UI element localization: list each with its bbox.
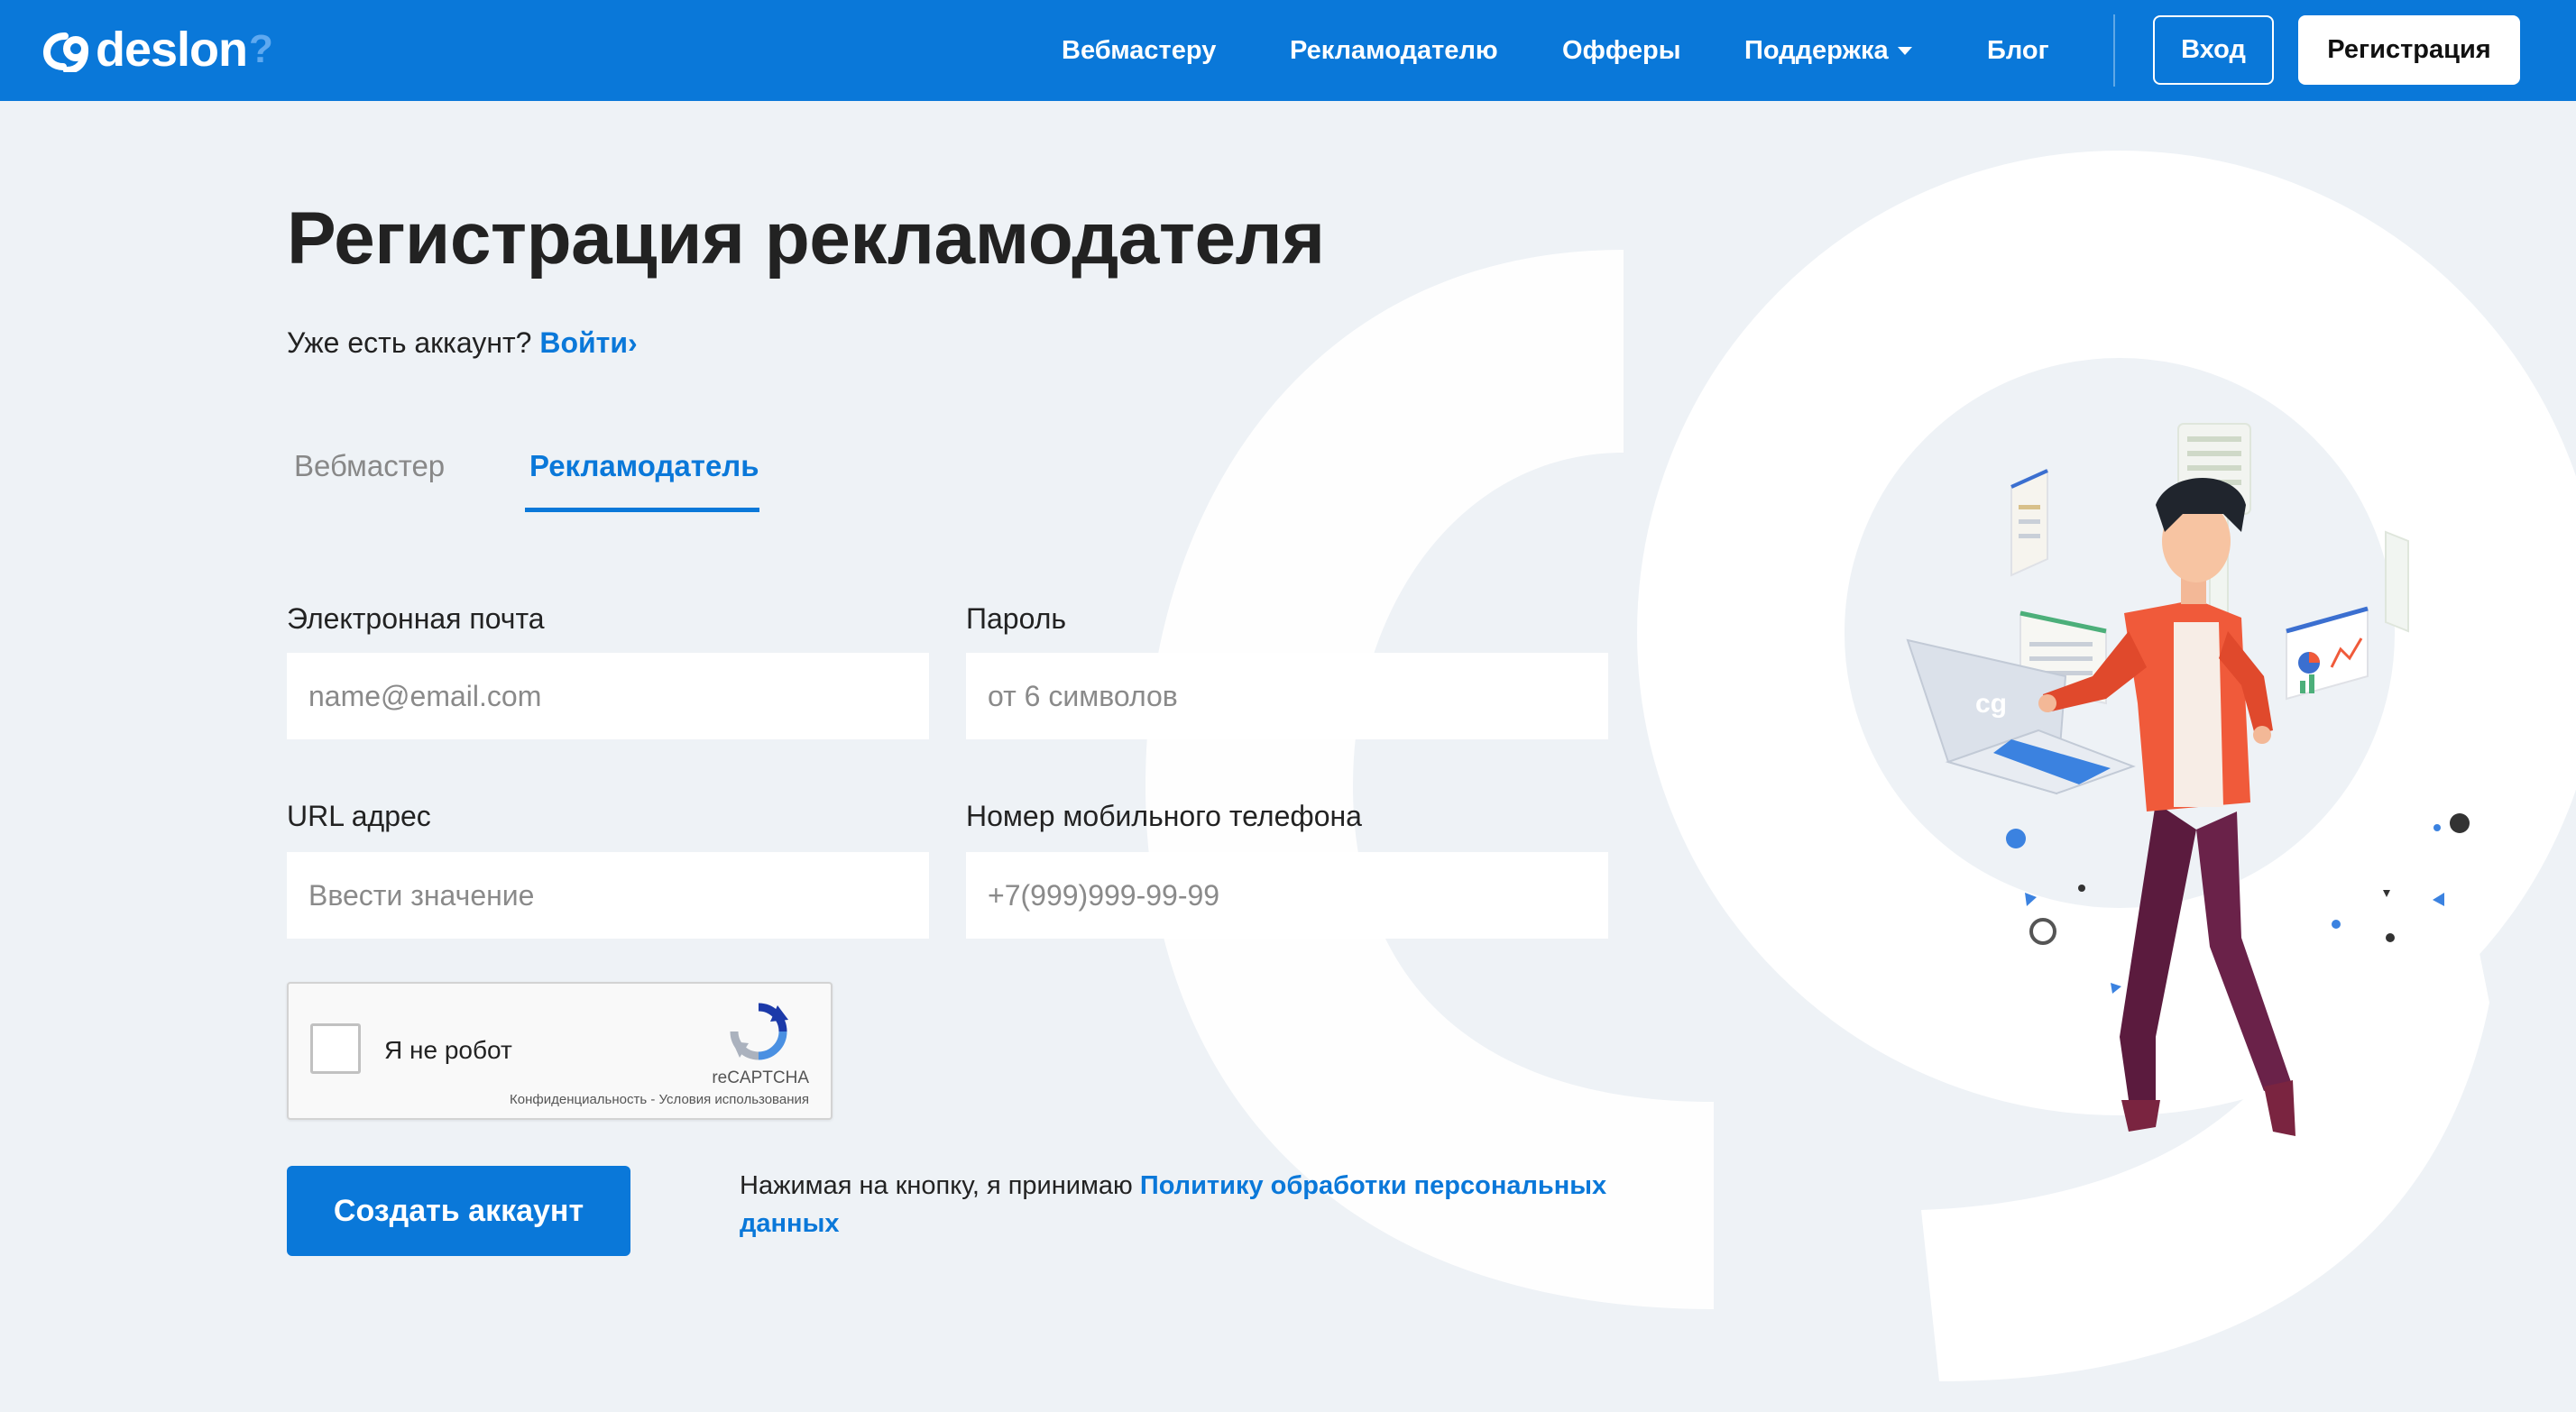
decor-triangle — [2383, 890, 2390, 897]
nav-divider — [2113, 14, 2115, 87]
top-navbar: deslon ? Вебмастеру Рекламодателю Офферы… — [0, 0, 2576, 101]
decor-triangle — [2433, 893, 2444, 906]
page-title: Регистрация рекламодателя — [287, 197, 1325, 280]
active-tab-indicator — [525, 508, 759, 512]
chevron-down-icon — [1897, 46, 1912, 55]
decor-dot — [2433, 824, 2441, 831]
logo-text: deslon — [96, 23, 248, 77]
consent-text: Нажимая на кнопку, я принимаю Политику о… — [740, 1167, 1633, 1242]
logo-question-mark: ? — [249, 27, 273, 71]
logo[interactable]: deslon ? — [41, 20, 273, 79]
decor-dot — [2332, 920, 2341, 929]
tab-webmaster[interactable]: Вебмастер — [294, 449, 445, 483]
recaptcha-checkbox[interactable] — [310, 1023, 361, 1074]
decor-dot — [2386, 933, 2395, 942]
recaptcha-brand: reCAPTCHA — [712, 1068, 809, 1087]
nav-support-label: Поддержка — [1744, 35, 1889, 65]
decor-triangle — [2111, 983, 2121, 994]
login-button[interactable]: Вход — [2153, 15, 2274, 85]
email-field[interactable] — [287, 653, 929, 739]
password-label: Пароль — [966, 602, 1067, 635]
decor-ring — [2029, 918, 2056, 945]
recaptcha-widget: Я не робот reCAPTCHA Конфиденциальность … — [287, 982, 833, 1120]
phone-field[interactable] — [966, 852, 1608, 939]
nav-support[interactable]: Поддержка — [1744, 32, 1912, 69]
register-button[interactable]: Регистрация — [2298, 15, 2520, 85]
nav-offers[interactable]: Офферы — [1562, 32, 1681, 69]
recaptcha-terms-link[interactable]: Конфиденциальность - Условия использован… — [510, 1092, 809, 1107]
login-link[interactable]: Войти› — [539, 326, 637, 359]
decor-triangle — [2025, 893, 2037, 906]
have-account-text: Уже есть аккаунт? — [287, 326, 540, 359]
person — [2038, 478, 2295, 1136]
floating-panel-left — [2010, 469, 2048, 577]
decor-dot — [2006, 829, 2026, 848]
floating-panel-chart — [2286, 606, 2369, 701]
consent-prefix: Нажимая на кнопку, я принимаю — [740, 1171, 1140, 1200]
logo-mark-icon — [42, 32, 88, 72]
recaptcha-label: Я не робот — [384, 1036, 512, 1064]
password-field[interactable] — [966, 653, 1608, 739]
nav-webmaster[interactable]: Вебмастеру — [1062, 32, 1216, 69]
create-account-button[interactable]: Создать аккаунт — [287, 1166, 630, 1256]
url-label: URL адрес — [287, 800, 431, 832]
recaptcha-icon — [730, 1003, 788, 1060]
email-label: Электронная почта — [287, 602, 545, 635]
tab-advertiser[interactable]: Рекламодатель — [529, 449, 759, 483]
svg-text:cg: cg — [1975, 689, 2007, 719]
have-account-line: Уже есть аккаунт? Войти› — [287, 326, 638, 360]
user-illustration: cg — [1906, 423, 2470, 1136]
phone-label: Номер мобильного телефона — [966, 800, 1362, 832]
decor-dot — [2078, 885, 2085, 892]
nav-advertiser[interactable]: Рекламодателю — [1290, 32, 1498, 69]
url-field[interactable] — [287, 852, 929, 939]
decor-dot — [2450, 813, 2470, 833]
nav-blog[interactable]: Блог — [1987, 32, 2049, 69]
